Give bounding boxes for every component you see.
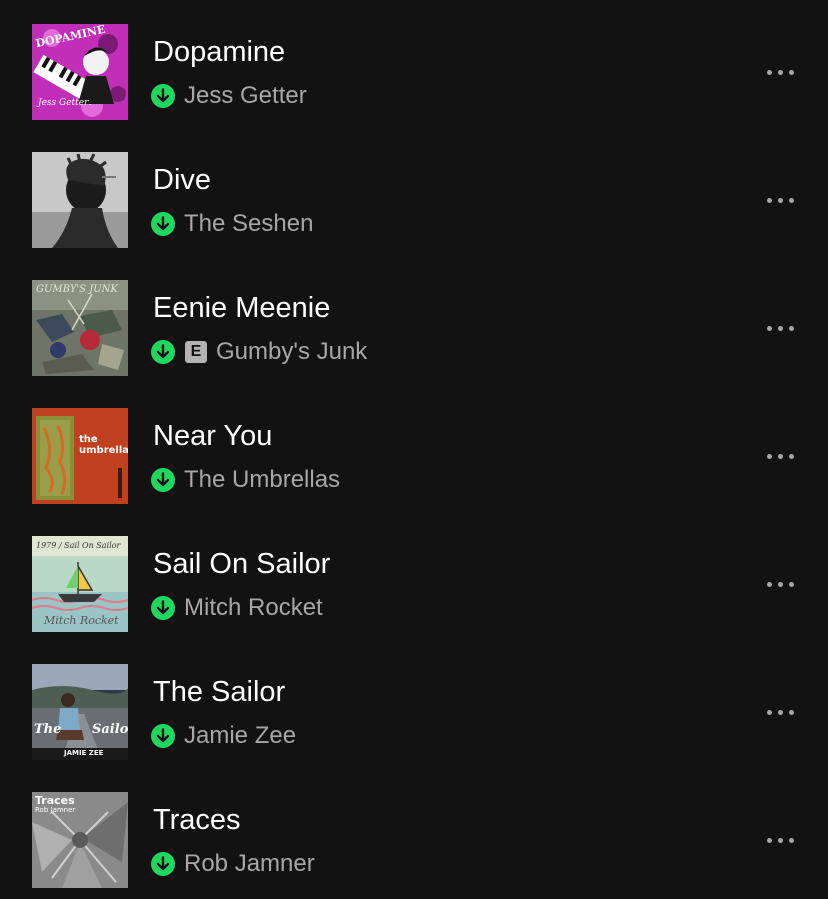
track-artist[interactable]: Gumby's Junk: [216, 337, 367, 367]
more-options-icon: [766, 581, 772, 587]
download-icon: [151, 852, 175, 876]
download-icon: [151, 84, 175, 108]
more-options-icon: [766, 325, 772, 331]
album-art-text: JAMIE ZEE: [64, 749, 104, 757]
more-options-button[interactable]: [756, 568, 804, 600]
album-art-text: Sailor: [92, 722, 128, 737]
track-meta: Jess Getter: [151, 80, 307, 112]
track-meta: E Gumby's Junk: [151, 336, 367, 368]
album-art-text: umbrellas: [79, 445, 128, 456]
track-artist[interactable]: Jess Getter: [184, 81, 307, 111]
more-options-icon-dot: [777, 453, 783, 459]
album-art: The Sailor JAMIE ZEE: [32, 664, 128, 760]
track-meta: Rob Jamner: [151, 848, 315, 880]
download-icon: [151, 212, 175, 236]
track-title: Dive: [153, 164, 212, 196]
track-artist[interactable]: Rob Jamner: [184, 849, 315, 879]
album-art-text: the: [79, 434, 98, 445]
track-title: Traces: [153, 804, 241, 836]
album-art: [32, 152, 128, 248]
more-options-button[interactable]: [756, 824, 804, 856]
album-art-text: 1979 / Sail On Sailor: [36, 541, 121, 550]
more-options-icon-dot: [777, 325, 783, 331]
track-list: DOPAMINE Jess Getter Dopamine Jess Gette…: [0, 0, 828, 899]
track-artist[interactable]: Jamie Zee: [184, 721, 296, 751]
album-art-text: Rob Jamner: [35, 806, 76, 814]
track-row[interactable]: the umbrellas Near You The Umbrellas: [0, 384, 828, 512]
album-art: Traces Rob Jamner: [32, 792, 128, 888]
track-meta: Mitch Rocket: [151, 592, 323, 624]
track-row[interactable]: The Sailor JAMIE ZEE The Sailor Jamie Ze…: [0, 640, 828, 768]
more-options-button[interactable]: [756, 184, 804, 216]
album-art-text: Mitch Rocket: [44, 614, 119, 627]
album-art: 1979 / Sail On Sailor Mitch Rocket: [32, 536, 128, 632]
track-artist[interactable]: The Umbrellas: [184, 465, 340, 495]
more-options-icon-dot: [788, 709, 794, 715]
track-row[interactable]: DOPAMINE Jess Getter Dopamine Jess Gette…: [0, 0, 828, 128]
track-title: Sail On Sailor: [153, 548, 331, 580]
more-options-icon-dot: [788, 581, 794, 587]
more-options-button[interactable]: [756, 56, 804, 88]
album-art-text: GUMBY'S JUNK: [36, 284, 118, 295]
track-row[interactable]: 1979 / Sail On Sailor Mitch Rocket Sail …: [0, 512, 828, 640]
track-artist[interactable]: The Seshen: [184, 209, 313, 239]
more-options-icon-dot: [788, 325, 794, 331]
download-icon: [151, 596, 175, 620]
album-art: the umbrellas: [32, 408, 128, 504]
explicit-badge: E: [185, 341, 207, 363]
download-icon: [151, 468, 175, 492]
more-options-icon-dot: [777, 837, 783, 843]
track-meta: The Seshen: [151, 208, 313, 240]
more-options-icon: [766, 453, 772, 459]
more-options-button[interactable]: [756, 440, 804, 472]
more-options-button[interactable]: [756, 312, 804, 344]
more-options-icon: [766, 709, 772, 715]
track-row[interactable]: Traces Rob Jamner Traces Rob Jamner: [0, 768, 828, 896]
more-options-icon-dot: [788, 197, 794, 203]
album-art-text: The: [34, 722, 62, 737]
more-options-icon: [766, 197, 772, 203]
track-title: Eenie Meenie: [153, 292, 331, 324]
track-artist[interactable]: Mitch Rocket: [184, 593, 323, 623]
more-options-icon-dot: [788, 837, 794, 843]
more-options-icon-dot: [777, 197, 783, 203]
more-options-icon-dot: [777, 69, 783, 75]
more-options-icon-dot: [777, 581, 783, 587]
album-art: DOPAMINE Jess Getter: [32, 24, 128, 120]
album-art: GUMBY'S JUNK: [32, 280, 128, 376]
download-icon: [151, 724, 175, 748]
download-icon: [151, 340, 175, 364]
track-title: Dopamine: [153, 36, 286, 68]
more-options-button[interactable]: [756, 696, 804, 728]
track-row[interactable]: Dive The Seshen: [0, 128, 828, 256]
track-title: Near You: [153, 420, 273, 452]
track-title: The Sailor: [153, 676, 286, 708]
track-row[interactable]: GUMBY'S JUNK Eenie Meenie E Gumby's Junk: [0, 256, 828, 384]
more-options-icon-dot: [777, 709, 783, 715]
more-options-icon-dot: [788, 453, 794, 459]
album-art-text: Jess Getter: [38, 98, 89, 108]
track-meta: The Umbrellas: [151, 464, 340, 496]
more-options-icon: [766, 69, 772, 75]
track-meta: Jamie Zee: [151, 720, 296, 752]
more-options-icon-dot: [788, 69, 794, 75]
more-options-icon: [766, 837, 772, 843]
